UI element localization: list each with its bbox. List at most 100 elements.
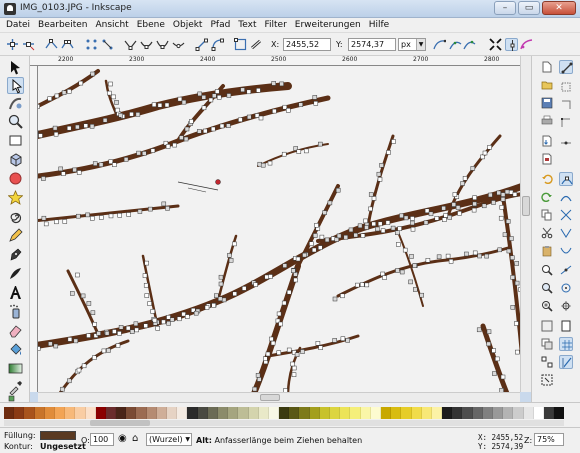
color-swatch[interactable]: [248, 407, 259, 419]
path-node-handle[interactable]: [117, 331, 122, 336]
path-node-handle[interactable]: [282, 263, 288, 268]
path-node-handle[interactable]: [505, 219, 511, 224]
path-node-handle[interactable]: [152, 317, 158, 323]
path-node-handle[interactable]: [143, 323, 148, 328]
path-node-handle[interactable]: [314, 223, 319, 228]
color-swatch[interactable]: [24, 407, 35, 419]
path-node-handle[interactable]: [90, 216, 95, 221]
snap-bbox-corner-icon[interactable]: [559, 116, 573, 130]
menu-objekt[interactable]: Objekt: [173, 20, 203, 30]
path-node-handle[interactable]: [500, 197, 506, 202]
path-node-handle[interactable]: [118, 113, 123, 118]
path-node-handle[interactable]: [322, 210, 327, 215]
y-coordinate-input[interactable]: 2574,37: [348, 38, 396, 51]
path-node-handle[interactable]: [371, 196, 377, 201]
stroke-to-path-icon[interactable]: [250, 38, 263, 51]
menu-ansicht[interactable]: Ansicht: [95, 20, 128, 30]
path-node-handle[interactable]: [204, 305, 210, 310]
path-node-handle[interactable]: [487, 145, 492, 150]
path-node-handle[interactable]: [76, 170, 82, 175]
path-node-handle[interactable]: [112, 329, 117, 334]
color-swatch[interactable]: [330, 407, 341, 419]
path-node-handle[interactable]: [61, 90, 67, 95]
segment-to-curve-icon[interactable]: [211, 38, 224, 51]
path-node-handle[interactable]: [286, 108, 291, 113]
path-node-handle[interactable]: [43, 221, 49, 227]
eraser-tool-icon[interactable]: [7, 322, 24, 339]
menu-pfad[interactable]: Pfad: [210, 20, 230, 30]
path-node-handle[interactable]: [137, 209, 143, 214]
snap-path-intersection-icon[interactable]: [559, 208, 573, 222]
path-node-handle[interactable]: [108, 213, 114, 219]
color-swatch[interactable]: [370, 407, 381, 419]
path-node-handle[interactable]: [201, 95, 207, 100]
menu-bearbeiten[interactable]: Bearbeiten: [38, 20, 87, 30]
copy-icon[interactable]: [540, 208, 554, 222]
path-node-handle[interactable]: [510, 305, 516, 310]
path-node-handle[interactable]: [253, 282, 258, 287]
smooth-node-icon[interactable]: [140, 38, 153, 51]
color-swatch[interactable]: [258, 407, 269, 419]
snap-nodes-icon[interactable]: [559, 172, 573, 186]
path-node-handle[interactable]: [434, 216, 440, 221]
path-node-handle[interactable]: [76, 213, 81, 219]
path-node-handle[interactable]: [76, 367, 82, 373]
path-node-handle[interactable]: [118, 325, 124, 330]
path-node-handle[interactable]: [497, 247, 502, 253]
color-swatch[interactable]: [543, 407, 555, 419]
path-node-handle[interactable]: [134, 327, 139, 333]
color-swatch[interactable]: [360, 407, 371, 419]
path-node-handle[interactable]: [157, 103, 163, 108]
horizontal-ruler[interactable]: 2200 2300 2400 2500 2600 2700 2800: [30, 56, 520, 66]
path-node-handle[interactable]: [165, 144, 171, 149]
color-swatch[interactable]: [95, 407, 106, 419]
path-node-handle[interactable]: [201, 105, 207, 111]
path-node-handle[interactable]: [108, 81, 113, 87]
vertical-scrollbar[interactable]: [520, 56, 531, 392]
path-node-handle[interactable]: [460, 181, 465, 186]
color-swatch[interactable]: [126, 407, 137, 419]
import-icon[interactable]: [540, 134, 554, 148]
path-node-handle[interactable]: [448, 259, 454, 264]
path-node-handle[interactable]: [226, 93, 232, 98]
path-node-handle[interactable]: [183, 136, 189, 142]
break-path-icon[interactable]: [61, 38, 74, 51]
snap-paths-icon[interactable]: [559, 190, 573, 204]
path-node-handle[interactable]: [412, 263, 417, 268]
path-node-handle[interactable]: [267, 160, 273, 166]
pen-tool-icon[interactable]: [7, 246, 24, 263]
path-node-handle[interactable]: [419, 292, 424, 298]
color-swatch[interactable]: [279, 407, 290, 419]
join-segment-icon[interactable]: [85, 38, 98, 51]
path-node-handle[interactable]: [92, 355, 97, 360]
path-node-handle[interactable]: [425, 258, 431, 263]
path-node-handle[interactable]: [66, 89, 72, 94]
path-node-handle[interactable]: [90, 310, 96, 315]
cut-icon[interactable]: [540, 226, 554, 240]
color-swatch[interactable]: [4, 407, 15, 419]
spiral-tool-icon[interactable]: [7, 208, 24, 225]
zoom-tool-icon[interactable]: [7, 113, 24, 130]
path-node-handle[interactable]: [62, 219, 68, 224]
path-node-handle[interactable]: [269, 336, 274, 342]
path-node-handle[interactable]: [86, 301, 92, 306]
path-node-handle[interactable]: [221, 297, 227, 303]
star-tool-icon[interactable]: [7, 189, 24, 206]
path-node-handle[interactable]: [203, 128, 208, 134]
path-node-handle[interactable]: [181, 311, 186, 317]
path-node-handle[interactable]: [144, 293, 150, 298]
path-node-handle[interactable]: [165, 206, 170, 211]
path-node-handle[interactable]: [78, 80, 84, 86]
color-swatch[interactable]: [268, 407, 280, 419]
path-node-handle[interactable]: [53, 343, 59, 349]
path-node-handle[interactable]: [395, 268, 400, 273]
path-node-handle[interactable]: [424, 208, 430, 214]
path-node-handle[interactable]: [271, 81, 276, 86]
path-node-handle[interactable]: [312, 233, 318, 238]
snap-cusp-nodes-icon[interactable]: [559, 226, 573, 240]
path-node-handle[interactable]: [324, 237, 330, 243]
path-node-handle[interactable]: [172, 142, 177, 148]
path-node-handle[interactable]: [67, 378, 72, 384]
path-node-handle[interactable]: [161, 201, 167, 207]
path-node-handle[interactable]: [211, 303, 216, 308]
